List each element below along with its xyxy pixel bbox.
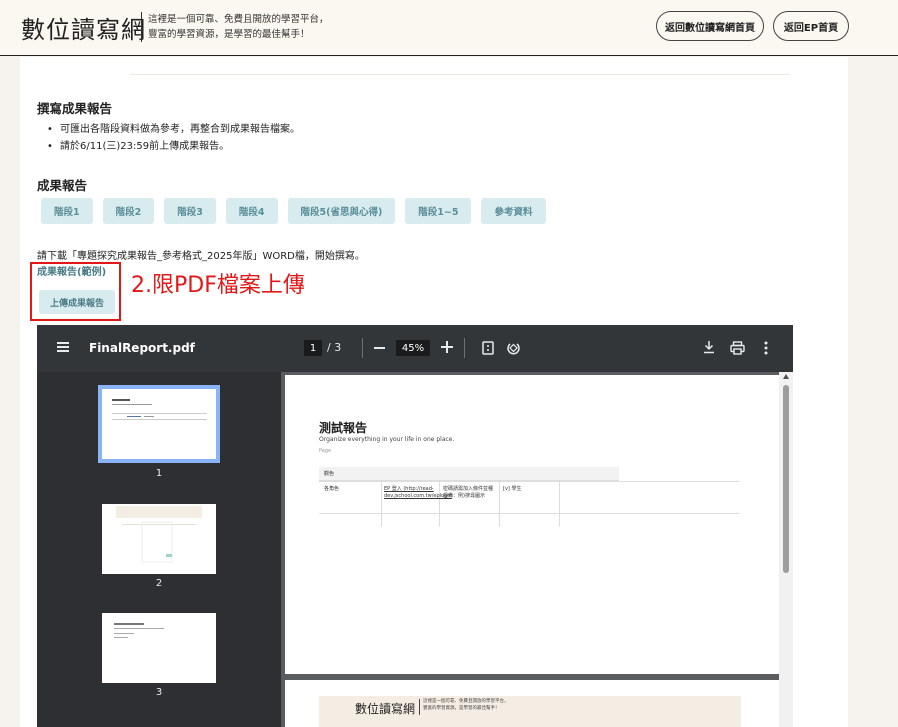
table-cell: 各角色: [324, 486, 340, 492]
pdf-toolbar: FinalReport.pdf 1 / 3 45%: [37, 325, 793, 372]
highlight-box: [30, 262, 121, 321]
table-rule: [381, 481, 382, 527]
print-icon[interactable]: [730, 341, 745, 355]
scrollbar-thumb[interactable]: [783, 385, 789, 573]
reference-button[interactable]: 參考資料: [481, 198, 546, 224]
divider: [130, 74, 790, 75]
phase-1-button[interactable]: 階段1: [41, 198, 93, 224]
phase-1-5-button[interactable]: 階段1~5: [405, 198, 472, 224]
back-to-ep-button[interactable]: 返回EP首頁: [773, 11, 849, 41]
table-cell: [v] 學生: [503, 486, 522, 492]
zoom-out-icon[interactable]: [374, 347, 385, 349]
thumbnail-number: 3: [155, 687, 163, 698]
thumbnail-preview: [112, 399, 207, 420]
menu-icon[interactable]: [57, 342, 69, 352]
download-icon[interactable]: [703, 340, 715, 354]
page-total: / 3: [327, 341, 342, 354]
rotate-icon[interactable]: [506, 340, 521, 355]
toolbar-separator: [464, 338, 465, 358]
list-item: 請於6/11(三)23:59前上傳成果報告。: [44, 138, 300, 155]
thumbnail-preview: [114, 623, 164, 638]
page-2-logo: 數位讀寫網: [355, 702, 416, 716]
phase-button-row: 階段1 階段2 階段3 階段4 階段5(省思與心得) 階段1~5 參考資料: [41, 198, 546, 224]
scroll-up-arrow-icon[interactable]: [783, 374, 789, 379]
pdf-page-2: 數位讀寫網 這裡是一個可靠、免費且開放的學習平台， 豐富的學習資源，是學習的最佳…: [285, 680, 779, 727]
more-options-icon[interactable]: [764, 341, 768, 355]
site-header: 數位讀寫網 這裡是一個可靠、免費且開放的學習平台， 豐富的學習資源，是學習的最佳…: [0, 0, 898, 56]
write-report-heading: 撰寫成果報告: [37, 101, 113, 116]
phase-3-button[interactable]: 階段3: [164, 198, 216, 224]
slogan-line-2: 豐富的學習資源，是學習的最佳幫手！: [148, 29, 310, 40]
thumbnail-page-2[interactable]: [102, 504, 216, 574]
document-subtitle: Organize everything in your life in one …: [319, 436, 455, 443]
zoom-in-icon[interactable]: [441, 341, 453, 353]
write-report-list: 可匯出各階段資料做為參考，再整合到成果報告檔案。 請於6/11(三)23:59前…: [44, 121, 300, 155]
logo-divider: [141, 12, 142, 42]
report-heading: 成果報告: [37, 178, 88, 193]
annotation-text: 2.限PDF檔案上傳: [131, 273, 305, 298]
page-number-input[interactable]: 1: [304, 340, 322, 356]
pdf-page-1: 測試報告 Organize everything in your life in…: [285, 375, 779, 674]
document-table: 觀色 各角色 EP 登入 (http://read-dev.jschool.co…: [319, 467, 739, 527]
document-area[interactable]: 測試報告 Organize everything in your life in…: [281, 372, 793, 727]
thumbnail-sidebar: 1 2 3: [37, 372, 281, 727]
table-header-cell: 觀色: [324, 471, 335, 477]
toolbar-separator: [362, 338, 363, 358]
table-rule: [439, 481, 440, 527]
table-cell-link[interactable]: EP 登入 (http://read-dev.jschool.com.tw/ep…: [384, 486, 452, 500]
table-rule: [319, 481, 739, 482]
pdf-viewer: FinalReport.pdf 1 / 3 45% 1 2 3 測試報告 Org…: [37, 325, 793, 727]
document-page-label: Page: [319, 448, 332, 454]
table-rule: [319, 513, 739, 514]
table-rule: [559, 481, 560, 527]
thumbnail-page-3[interactable]: [102, 613, 216, 683]
thumbnail-number: 1: [155, 468, 163, 479]
page-2-slogan-line-1: 這裡是一個可靠、免費且開放的學習平台，: [423, 699, 509, 704]
thumbnail-preview: [116, 506, 202, 563]
zoom-level-input[interactable]: 45%: [396, 340, 430, 356]
phase-4-button[interactable]: 階段4: [225, 198, 278, 224]
content-card: 撰寫成果報告 可匯出各階段資料做為參考，再整合到成果報告檔案。 請於6/11(三…: [20, 57, 848, 727]
pdf-file-name: FinalReport.pdf: [89, 341, 195, 355]
page-2-slogan-line-2: 豐富的學習資源，是學習的最佳幫手！: [423, 706, 500, 711]
list-item: 可匯出各階段資料做為參考，再整合到成果報告檔案。: [44, 121, 300, 138]
table-cell: 密碼請需加入條件並種設備：例)搜尋圖示: [443, 486, 494, 499]
page-2-divider: [419, 699, 420, 715]
slogan-line-1: 這裡是一個可靠、免費且開放的學習平台，: [148, 14, 329, 25]
site-slogan: 這裡是一個可靠、免費且開放的學習平台， 豐富的學習資源，是學習的最佳幫手！: [148, 12, 329, 42]
phase-2-button[interactable]: 階段2: [102, 198, 155, 224]
download-instructions: 請下載「專題探究成果報告_參考格式_2025年版」WORD檔，開始撰寫。: [37, 251, 365, 262]
thumbnail-number: 2: [155, 578, 163, 589]
site-logo[interactable]: 數位讀寫網: [21, 10, 146, 45]
page-2-slogan: 這裡是一個可靠、免費且開放的學習平台， 豐富的學習資源，是學習的最佳幫手！: [423, 698, 509, 712]
phase-5-button[interactable]: 階段5(省思與心得): [287, 198, 396, 224]
document-title: 測試報告: [319, 421, 368, 435]
table-rule: [499, 481, 500, 527]
table-header-row: [319, 467, 619, 481]
thumbnail-page-1[interactable]: [98, 385, 220, 463]
back-to-home-button[interactable]: 返回數位讀寫網首頁: [656, 11, 764, 41]
fit-page-icon[interactable]: [482, 341, 494, 355]
